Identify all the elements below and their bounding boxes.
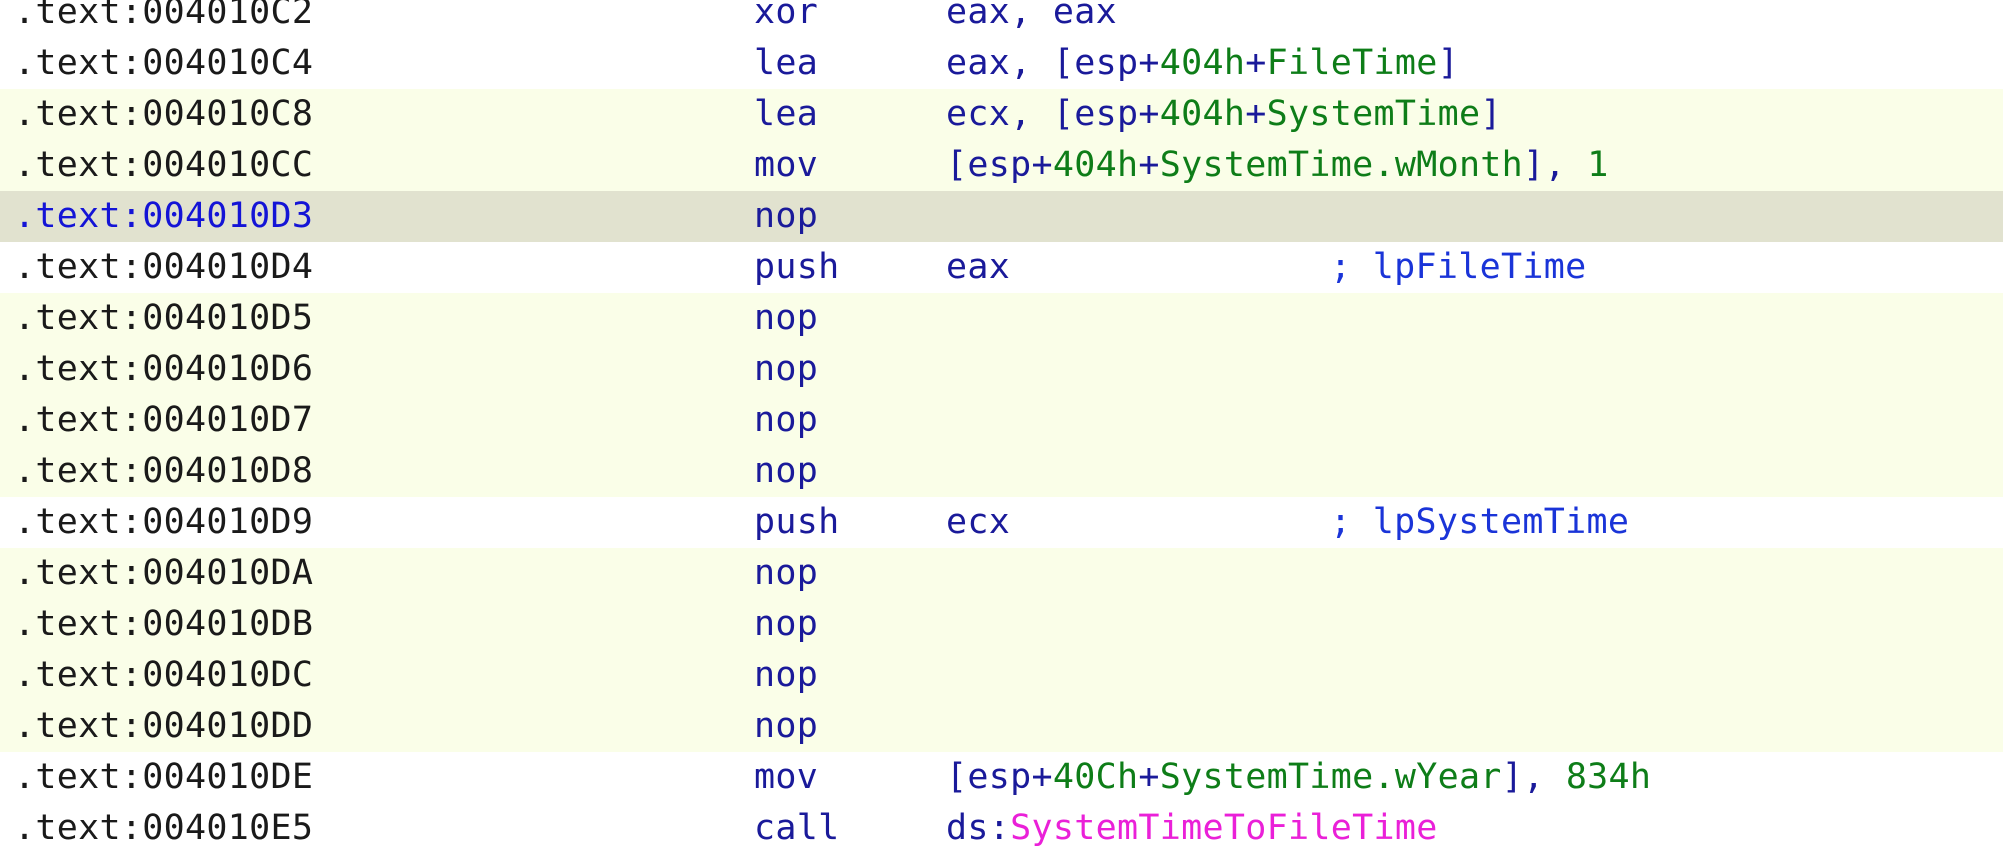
operand-token: eax, [esp+ — [946, 43, 1160, 83]
operand-token: 404h — [1159, 94, 1246, 134]
operand-token: 404h — [1052, 145, 1139, 185]
line-address[interactable]: .text:004010D5 — [14, 293, 313, 344]
disassembly-line[interactable]: .text:004010DB nop — [0, 599, 2003, 650]
instruction-operands[interactable]: eax, [esp+404h+FileTime] — [946, 38, 1459, 89]
line-address[interactable]: .text:004010D4 — [14, 242, 313, 293]
disassembly-line[interactable]: .text:004010D5 nop — [0, 293, 2003, 344]
operand-token: ecx — [946, 502, 1011, 542]
disassembly-line[interactable]: .text:004010DE mov [esp+40Ch+SystemTime.wY… — [0, 752, 2003, 803]
operand-token[interactable]: SystemTime — [1267, 94, 1481, 134]
instruction-mnemonic[interactable]: call — [754, 803, 840, 854]
imported-function-ref[interactable]: SystemTimeToFileTime — [1010, 808, 1437, 848]
operand-token: + — [1245, 94, 1267, 134]
instruction-mnemonic[interactable]: push — [754, 497, 840, 548]
instruction-mnemonic[interactable]: mov — [754, 140, 818, 191]
disassembly-line[interactable]: .text:004010D9 push ecx ; lpSystemTime — [0, 497, 2003, 548]
disassembly-line-selected[interactable]: .text:004010D3 nop — [0, 191, 2003, 242]
line-address[interactable]: .text:004010D9 — [14, 497, 313, 548]
operand-token: 404h — [1159, 43, 1246, 83]
operand-token[interactable]: SystemTime.wYear — [1160, 757, 1502, 797]
operand-token: [esp+ — [946, 145, 1053, 185]
instruction-mnemonic[interactable]: nop — [754, 293, 818, 344]
instruction-mnemonic[interactable]: mov — [754, 752, 818, 803]
line-address[interactable]: .text:004010DB — [14, 599, 313, 650]
instruction-mnemonic[interactable]: nop — [754, 701, 818, 752]
operand-token: 1 — [1587, 145, 1609, 185]
line-address[interactable]: .text:004010E5 — [14, 803, 313, 854]
operand-token[interactable]: SystemTime.wMonth — [1160, 145, 1523, 185]
line-address[interactable]: .text:004010DA — [14, 548, 313, 599]
line-comment: ; lpFileTime — [1330, 247, 1587, 287]
disassembly-line[interactable]: .text:004010C2 xor eax, eax — [0, 0, 2003, 38]
operand-token[interactable]: FileTime — [1267, 43, 1438, 83]
instruction-operands[interactable]: [esp+40Ch+SystemTime.wYear], 834h — [946, 752, 1651, 803]
line-address[interactable]: .text:004010DE — [14, 752, 313, 803]
disassembly-line[interactable]: .text:004010D4 push eax ; lpFileTime — [0, 242, 2003, 293]
disassembly-line[interactable]: .text:004010D7 nop — [0, 395, 2003, 446]
operand-token: ds: — [946, 808, 1011, 848]
instruction-mnemonic[interactable]: nop — [754, 650, 818, 701]
disassembly-line[interactable]: .text:004010DA nop — [0, 548, 2003, 599]
operand-token: + — [1138, 145, 1160, 185]
line-address[interactable]: .text:004010D8 — [14, 446, 313, 497]
operand-token: 834h — [1565, 757, 1652, 797]
operand-token: 40Ch — [1052, 757, 1139, 797]
disassembly-line[interactable]: .text:004010CC mov [esp+404h+SystemTime.wM… — [0, 140, 2003, 191]
disassembly-listing[interactable]: .text:004010C2 xor eax, eax .text:004010C4 l… — [0, 0, 2003, 854]
operand-token: ], — [1523, 145, 1588, 185]
instruction-operands[interactable]: eax, eax — [946, 0, 1117, 38]
operand-token: ] — [1480, 94, 1502, 134]
disassembly-line[interactable]: .text:004010E5 call ds:SystemTimeToFileTim… — [0, 803, 2003, 854]
operand-token: [esp+ — [946, 757, 1053, 797]
instruction-operands[interactable]: ds:SystemTimeToFileTime — [946, 803, 1438, 854]
operand-token: + — [1245, 43, 1267, 83]
instruction-operands[interactable]: ecx — [946, 497, 1010, 548]
disassembly-line[interactable]: .text:004010DC nop — [0, 650, 2003, 701]
line-address[interactable]: .text:004010C4 — [14, 38, 313, 89]
instruction-operands[interactable]: ecx, [esp+404h+SystemTime] — [946, 89, 1502, 140]
instruction-mnemonic[interactable]: lea — [754, 38, 818, 89]
operand-token: ecx, [esp+ — [946, 94, 1160, 134]
line-address[interactable]: .text:004010C8 — [14, 89, 313, 140]
operand-token: eax — [946, 247, 1011, 287]
instruction-mnemonic[interactable]: nop — [754, 599, 818, 650]
instruction-mnemonic[interactable]: nop — [754, 395, 818, 446]
line-address[interactable]: .text:004010D3 — [14, 191, 313, 242]
instruction-mnemonic[interactable]: xor — [754, 0, 818, 38]
disassembly-line[interactable]: .text:004010D8 nop — [0, 446, 2003, 497]
disassembly-line[interactable]: .text:004010C4 lea eax, [esp+404h+FileTime… — [0, 38, 2003, 89]
line-address[interactable]: .text:004010DC — [14, 650, 313, 701]
disassembly-line[interactable]: .text:004010D6 nop — [0, 344, 2003, 395]
line-address[interactable]: .text:004010C2 — [14, 0, 313, 38]
line-address[interactable]: .text:004010D6 — [14, 344, 313, 395]
disassembly-line[interactable]: .text:004010DD nop — [0, 701, 2003, 752]
operand-token: ] — [1437, 43, 1459, 83]
instruction-mnemonic[interactable]: nop — [754, 191, 818, 242]
instruction-mnemonic[interactable]: nop — [754, 344, 818, 395]
line-address[interactable]: .text:004010D7 — [14, 395, 313, 446]
line-address[interactable]: .text:004010CC — [14, 140, 313, 191]
disassembly-line[interactable]: .text:004010C8 lea ecx, [esp+404h+SystemTi… — [0, 89, 2003, 140]
line-comment: ; lpSystemTime — [1330, 502, 1630, 542]
instruction-mnemonic[interactable]: lea — [754, 89, 818, 140]
operand-token: eax, eax — [946, 0, 1117, 32]
operand-token: + — [1138, 757, 1160, 797]
operand-token: ], — [1501, 757, 1566, 797]
instruction-mnemonic[interactable]: nop — [754, 446, 818, 497]
instruction-operands[interactable]: [esp+404h+SystemTime.wMonth], 1 — [946, 140, 1609, 191]
instruction-mnemonic[interactable]: nop — [754, 548, 818, 599]
instruction-mnemonic[interactable]: push — [754, 242, 840, 293]
line-address[interactable]: .text:004010DD — [14, 701, 313, 752]
instruction-operands[interactable]: eax — [946, 242, 1010, 293]
